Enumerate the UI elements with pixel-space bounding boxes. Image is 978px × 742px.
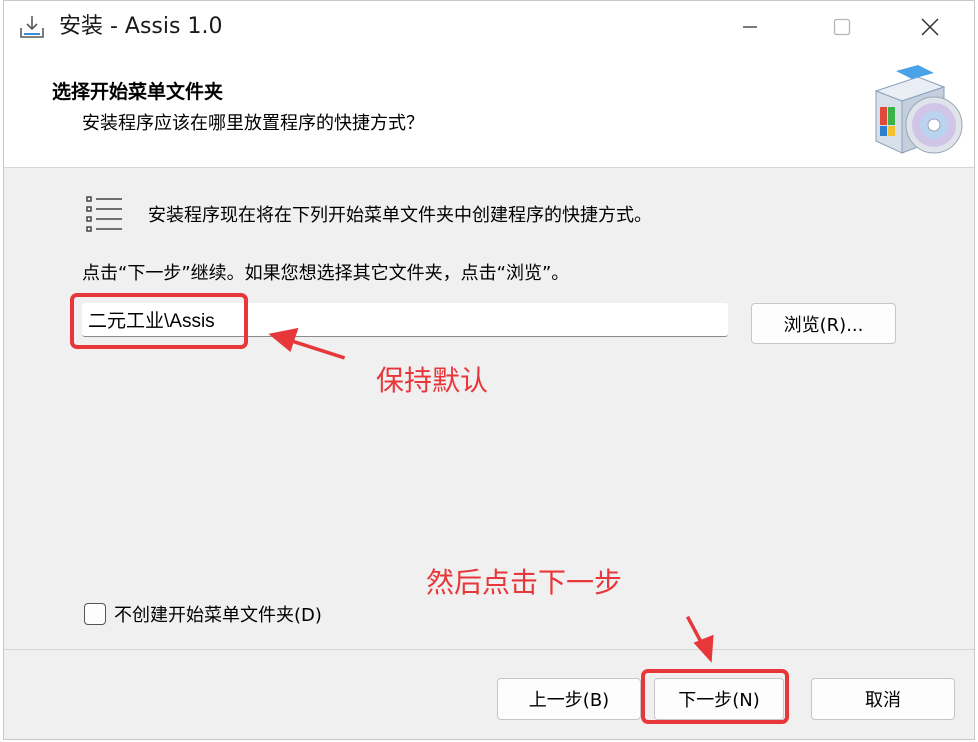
browse-button[interactable]: 浏览(R)... [751, 303, 896, 344]
page-subtitle: 安装程序应该在哪里放置程序的快捷方式？ [82, 113, 424, 134]
annotation-keep-default: 保持默认 [376, 364, 489, 397]
instruction-text: 点击“下一步”继续。如果您想选择其它文件夹，点击“浏览”。 [82, 263, 570, 284]
installer-window: 安装 - Assis 1.0 选择开始菜单文件夹 安装程序应该在哪里放置程序的快… [3, 0, 975, 740]
no-start-menu-folder-checkbox[interactable] [84, 603, 106, 625]
back-button[interactable]: 上一步(B) [497, 678, 641, 720]
maximize-icon [833, 18, 851, 36]
footer-divider [4, 649, 974, 650]
minimize-button[interactable] [704, 1, 796, 53]
close-button[interactable] [884, 1, 974, 53]
cancel-button[interactable]: 取消 [811, 678, 955, 720]
info-text: 安装程序现在将在下列开始菜单文件夹中创建程序的快捷方式。 [148, 205, 652, 226]
page-title: 选择开始菜单文件夹 [52, 81, 224, 103]
shortcut-list-icon [86, 196, 122, 232]
minimize-icon [743, 26, 757, 28]
no-start-menu-folder-label[interactable]: 不创建开始菜单文件夹(D) [114, 601, 322, 627]
annotation-highlight-next-button [641, 669, 789, 724]
title-bar: 安装 - Assis 1.0 [4, 1, 974, 53]
maximize-button[interactable] [796, 1, 888, 53]
installer-app-icon [20, 16, 44, 38]
annotation-highlight-folder-input [70, 293, 248, 349]
close-icon [921, 18, 939, 36]
window-title: 安装 - Assis 1.0 [59, 14, 223, 39]
annotation-then-click-next: 然后点击下一步 [426, 566, 623, 599]
wizard-header: 选择开始菜单文件夹 安装程序应该在哪里放置程序的快捷方式？ [4, 53, 974, 168]
arrow-to-next-button-icon [685, 615, 714, 663]
installer-box-cd-icon [874, 65, 963, 154]
